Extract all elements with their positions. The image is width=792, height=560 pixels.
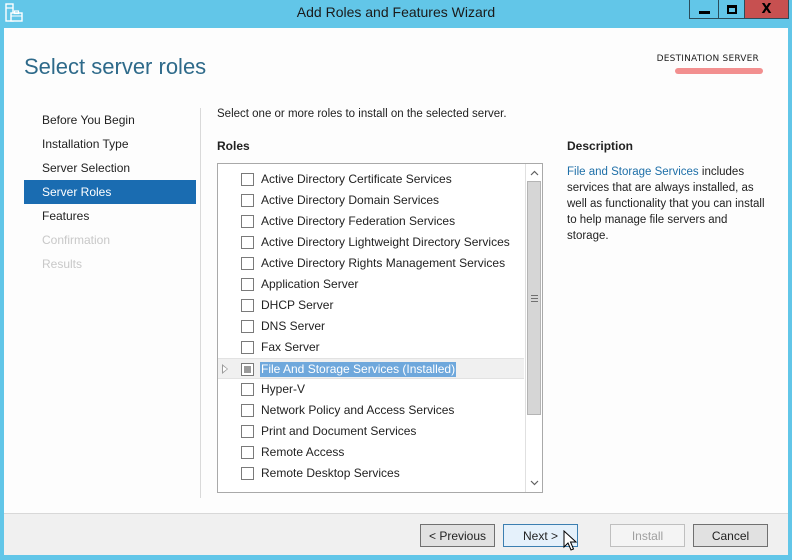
nav-item-before-you-begin[interactable]: Before You Begin	[24, 108, 196, 132]
role-checkbox[interactable]	[241, 341, 254, 354]
role-checkbox[interactable]	[241, 467, 254, 480]
maximize-button[interactable]	[718, 0, 745, 19]
nav-item-server-roles[interactable]: Server Roles	[24, 180, 196, 204]
role-row[interactable]: Application Server	[218, 274, 524, 295]
role-row[interactable]: Remote Access	[218, 442, 524, 463]
mouse-cursor-icon	[563, 530, 577, 551]
role-label: File And Storage Services (Installed)	[260, 362, 457, 377]
role-checkbox[interactable]	[241, 215, 254, 228]
instructions-text: Select one or more roles to install on t…	[217, 108, 507, 120]
role-label: Print and Document Services	[261, 424, 417, 438]
nav-item-results: Results	[42, 257, 83, 271]
role-checkbox[interactable]	[241, 278, 254, 291]
nav-item-server-selection[interactable]: Server Selection	[24, 156, 196, 180]
role-row[interactable]: Active Directory Federation Services	[218, 211, 524, 232]
nav-item-installation-type[interactable]: Installation Type	[24, 132, 196, 156]
role-checkbox-indeterminate[interactable]	[241, 363, 254, 376]
cancel-button[interactable]: Cancel	[693, 524, 768, 547]
roles-heading: Roles	[217, 139, 250, 153]
role-label: Active Directory Rights Management Servi…	[261, 256, 506, 270]
role-label: Remote Desktop Services	[261, 466, 400, 480]
role-checkbox[interactable]	[241, 320, 254, 333]
scroll-down-button[interactable]	[526, 475, 542, 491]
role-checkbox[interactable]	[241, 425, 254, 438]
role-checkbox[interactable]	[241, 236, 254, 249]
role-row[interactable]: DHCP Server	[218, 295, 524, 316]
role-label: Active Directory Certificate Services	[261, 172, 452, 186]
wizard-nav: Before You Begin Installation Type Serve…	[24, 108, 196, 276]
role-row[interactable]: Active Directory Rights Management Servi…	[218, 253, 524, 274]
description-link[interactable]: File and Storage Services	[567, 166, 699, 178]
role-label: Remote Access	[261, 445, 345, 459]
role-row[interactable]: Fax Server	[218, 337, 524, 358]
previous-button[interactable]: < Previous	[420, 524, 495, 547]
role-label: Active Directory Domain Services	[261, 193, 440, 207]
role-row[interactable]: Network Policy and Access Services	[218, 400, 524, 421]
role-row[interactable]: Active Directory Domain Services	[218, 190, 524, 211]
wizard-content: Select server roles DESTINATION SERVER B…	[4, 28, 788, 555]
role-row[interactable]: DNS Server	[218, 316, 524, 337]
title-bar[interactable]: Add Roles and Features Wizard X	[0, 0, 792, 28]
roles-tree: Active Directory Certificate Services Ac…	[218, 169, 524, 484]
role-label: Hyper-V	[261, 382, 306, 396]
role-row-selected[interactable]: File And Storage Services (Installed)	[218, 358, 524, 379]
role-row[interactable]: Print and Document Services	[218, 421, 524, 442]
description-text: File and Storage Services includes servi…	[567, 164, 767, 244]
minimize-icon	[698, 10, 710, 14]
nav-divider	[200, 108, 201, 498]
roles-scrollbar[interactable]	[525, 164, 542, 492]
role-checkbox[interactable]	[241, 404, 254, 417]
role-checkbox[interactable]	[241, 383, 254, 396]
role-label: DNS Server	[261, 319, 326, 333]
close-button[interactable]: X	[744, 0, 789, 19]
role-checkbox[interactable]	[241, 194, 254, 207]
description-heading: Description	[567, 139, 634, 153]
scroll-up-button[interactable]	[526, 165, 542, 181]
role-checkbox[interactable]	[241, 446, 254, 459]
wizard-window: Add Roles and Features Wizard X Select s…	[0, 0, 792, 560]
maximize-icon	[726, 4, 737, 14]
role-row[interactable]: Active Directory Certificate Services	[218, 169, 524, 190]
role-row[interactable]: Active Directory Lightweight Directory S…	[218, 232, 524, 253]
role-label: Active Directory Federation Services	[261, 214, 456, 228]
window-title: Add Roles and Features Wizard	[296, 4, 496, 20]
chevron-down-icon	[530, 480, 538, 486]
minimize-button[interactable]	[689, 0, 719, 19]
grip-icon	[530, 294, 538, 302]
nav-item-features[interactable]: Features	[24, 204, 196, 228]
nav-item-confirmation: Confirmation	[42, 233, 111, 247]
role-label: Network Policy and Access Services	[261, 403, 455, 417]
chevron-up-icon	[530, 170, 538, 176]
page-title: Select server roles	[24, 54, 207, 79]
role-label: Application Server	[261, 277, 359, 291]
scroll-thumb[interactable]	[527, 181, 541, 415]
role-label: Fax Server	[261, 340, 320, 354]
expand-arrow-icon[interactable]	[222, 364, 228, 374]
role-row[interactable]: Remote Desktop Services	[218, 463, 524, 484]
close-icon: X	[761, 1, 772, 17]
role-label: DHCP Server	[261, 298, 334, 312]
role-checkbox[interactable]	[241, 257, 254, 270]
install-button: Install	[610, 524, 685, 547]
role-checkbox[interactable]	[241, 299, 254, 312]
role-row[interactable]: Hyper-V	[218, 379, 524, 400]
destination-server-redacted	[675, 68, 763, 74]
destination-server-label: DESTINATION SERVER	[656, 54, 759, 64]
role-checkbox[interactable]	[241, 173, 254, 186]
role-label: Active Directory Lightweight Directory S…	[261, 235, 510, 249]
wizard-footer: < Previous Next > Install Cancel	[4, 513, 788, 555]
roles-list[interactable]: Active Directory Certificate Services Ac…	[217, 163, 543, 493]
